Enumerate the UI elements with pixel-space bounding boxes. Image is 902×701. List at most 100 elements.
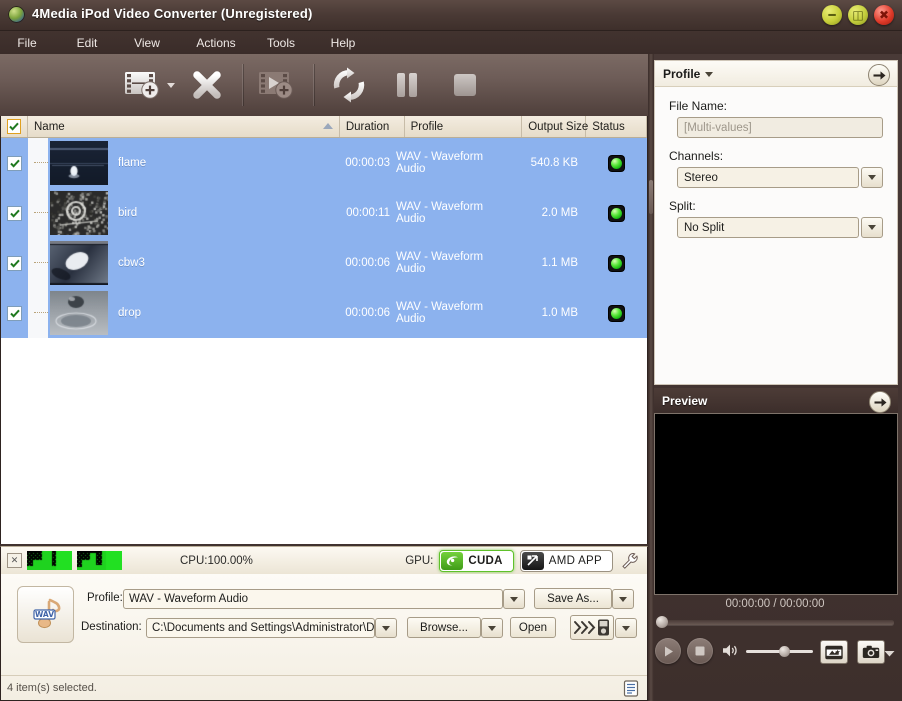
camera-snapshot-button[interactable] xyxy=(857,640,885,664)
menu-item-tools[interactable]: Tools xyxy=(262,33,300,53)
add-file-button[interactable] xyxy=(120,58,178,112)
column-header-profile[interactable]: Profile xyxy=(405,116,523,137)
menu-item-actions[interactable]: Actions xyxy=(192,33,240,53)
close-button[interactable]: ✖ xyxy=(874,5,894,25)
minimize-button[interactable]: ━ xyxy=(822,5,842,25)
file-name-label: File Name: xyxy=(669,99,883,113)
checkbox-box xyxy=(7,306,22,321)
preview-expand-button[interactable] xyxy=(869,391,891,413)
transfer-to-device-button[interactable] xyxy=(570,615,614,640)
row-checkbox[interactable] xyxy=(1,156,28,171)
menu-bar: File Edit View Actions Tools Help xyxy=(0,31,902,54)
seek-track xyxy=(656,620,894,625)
check-icon xyxy=(9,122,19,131)
save-as-button[interactable]: Save As... xyxy=(534,588,612,609)
save-as-dropdown-button[interactable] xyxy=(612,589,634,609)
snapshot-folder-button[interactable] xyxy=(820,640,848,664)
maximize-button[interactable]: ◫ xyxy=(848,5,868,25)
menu-item-help[interactable]: Help xyxy=(326,33,360,53)
pause-button[interactable] xyxy=(378,58,436,112)
row-thumbnail[interactable] xyxy=(50,241,108,285)
profile-dropdown-button[interactable] xyxy=(503,589,525,609)
browse-dropdown-button[interactable] xyxy=(481,618,503,638)
row-checkbox[interactable] xyxy=(1,306,28,321)
split-label: Split: xyxy=(669,199,883,213)
seek-handle[interactable] xyxy=(656,616,668,628)
column-header-name[interactable]: Name xyxy=(28,116,340,137)
row-duration: 00:00:06 xyxy=(320,257,396,269)
chevron-down-icon xyxy=(488,626,496,631)
convert-button[interactable] xyxy=(320,58,378,112)
cuda-toggle-button[interactable]: CUDA xyxy=(439,550,513,572)
checkbox-box xyxy=(7,156,22,171)
table-row[interactable]: bird 00:00:11 WAV - Waveform Audio 2.0 MB xyxy=(1,188,647,238)
play-button[interactable] xyxy=(655,638,681,664)
row-thumbnail[interactable] xyxy=(50,141,108,185)
profile-expand-button[interactable] xyxy=(868,64,890,86)
table-row[interactable]: cbw3 00:00:06 WAV - Waveform Audio 1.1 MB xyxy=(1,238,647,288)
row-thumbnail[interactable] xyxy=(50,291,108,335)
status-led-icon xyxy=(609,206,624,221)
menu-item-view[interactable]: View xyxy=(128,33,166,53)
file-name-field-wrap: [Multi-values] xyxy=(669,117,883,138)
close-cpu-bar-button[interactable]: ✕ xyxy=(7,553,22,568)
status-led-icon xyxy=(609,156,624,171)
column-header-duration[interactable]: Duration xyxy=(340,116,405,137)
add-clip-button[interactable] xyxy=(249,58,307,112)
select-all-checkbox[interactable] xyxy=(1,116,28,137)
destination-path-field[interactable]: C:\Documents and Settings\Administrator\… xyxy=(146,618,375,638)
checkbox-box xyxy=(7,206,22,221)
channels-field-wrap: Stereo xyxy=(669,167,883,188)
split-dropdown-button[interactable] xyxy=(861,217,883,238)
file-list-rows: flame 00:00:03 WAV - Waveform Audio 540.8 K… xyxy=(1,138,647,544)
settings-button[interactable] xyxy=(619,550,641,572)
transfer-dropdown-button[interactable] xyxy=(615,618,637,638)
row-status xyxy=(586,206,647,221)
chevron-down-icon xyxy=(510,597,518,602)
channels-combobox[interactable]: Stereo xyxy=(677,167,859,188)
channels-dropdown-button[interactable] xyxy=(861,167,883,188)
log-button[interactable] xyxy=(622,679,641,698)
row-output-size: 1.0 MB xyxy=(514,307,586,319)
remove-file-button[interactable] xyxy=(178,58,236,112)
profile-combobox-value[interactable]: WAV - Waveform Audio xyxy=(123,589,503,609)
seek-slider[interactable] xyxy=(656,616,894,628)
menu-item-edit[interactable]: Edit xyxy=(70,33,104,53)
sort-ascending-icon xyxy=(323,123,333,129)
close-icon: ✖ xyxy=(874,5,894,25)
camera-options-button[interactable] xyxy=(884,646,895,660)
volume-handle[interactable] xyxy=(779,646,790,657)
row-checkbox[interactable] xyxy=(1,256,28,271)
row-thumbnail[interactable] xyxy=(50,191,108,235)
preview-video-area[interactable] xyxy=(654,413,898,595)
destination-dropdown-button[interactable] xyxy=(375,618,397,638)
cpu-graph-core1 xyxy=(27,551,72,570)
chevron-down-icon xyxy=(868,225,876,230)
amd-app-toggle-button[interactable]: AMD APP xyxy=(520,550,613,572)
preview-stop-button[interactable] xyxy=(687,638,713,664)
table-row[interactable]: drop 00:00:06 WAV - Waveform Audio 1.0 MB xyxy=(1,288,647,338)
menu-item-file[interactable]: File xyxy=(12,33,42,53)
browse-button[interactable]: Browse... xyxy=(407,617,481,638)
open-button[interactable]: Open xyxy=(510,617,556,638)
column-header-status[interactable]: Status xyxy=(586,116,647,137)
close-x-icon xyxy=(189,67,225,103)
volume-icon[interactable] xyxy=(722,643,739,661)
file-name-input[interactable]: [Multi-values] xyxy=(677,117,883,138)
stop-button[interactable] xyxy=(436,58,494,112)
selection-status-text: 4 item(s) selected. xyxy=(7,682,97,694)
chevron-down-icon[interactable] xyxy=(705,72,713,77)
check-icon xyxy=(10,159,20,168)
split-combobox[interactable]: No Split xyxy=(677,217,859,238)
cpu-status-bar: ✕ CPU:100.00% GPU: CUDA AMD APP xyxy=(0,546,648,574)
splitter-grip[interactable] xyxy=(649,180,653,214)
column-header-output-size[interactable]: Output Size xyxy=(522,116,586,137)
window-controls: ━ ◫ ✖ xyxy=(822,5,894,25)
row-duration: 00:00:11 xyxy=(320,207,396,219)
preview-panel-header: Preview xyxy=(654,388,898,414)
column-label: Name xyxy=(34,121,65,133)
table-row[interactable]: flame 00:00:03 WAV - Waveform Audio 540.8 K… xyxy=(1,138,647,188)
menu-item-label: File xyxy=(17,36,36,50)
row-checkbox[interactable] xyxy=(1,206,28,221)
chevron-down-icon[interactable] xyxy=(167,83,175,88)
